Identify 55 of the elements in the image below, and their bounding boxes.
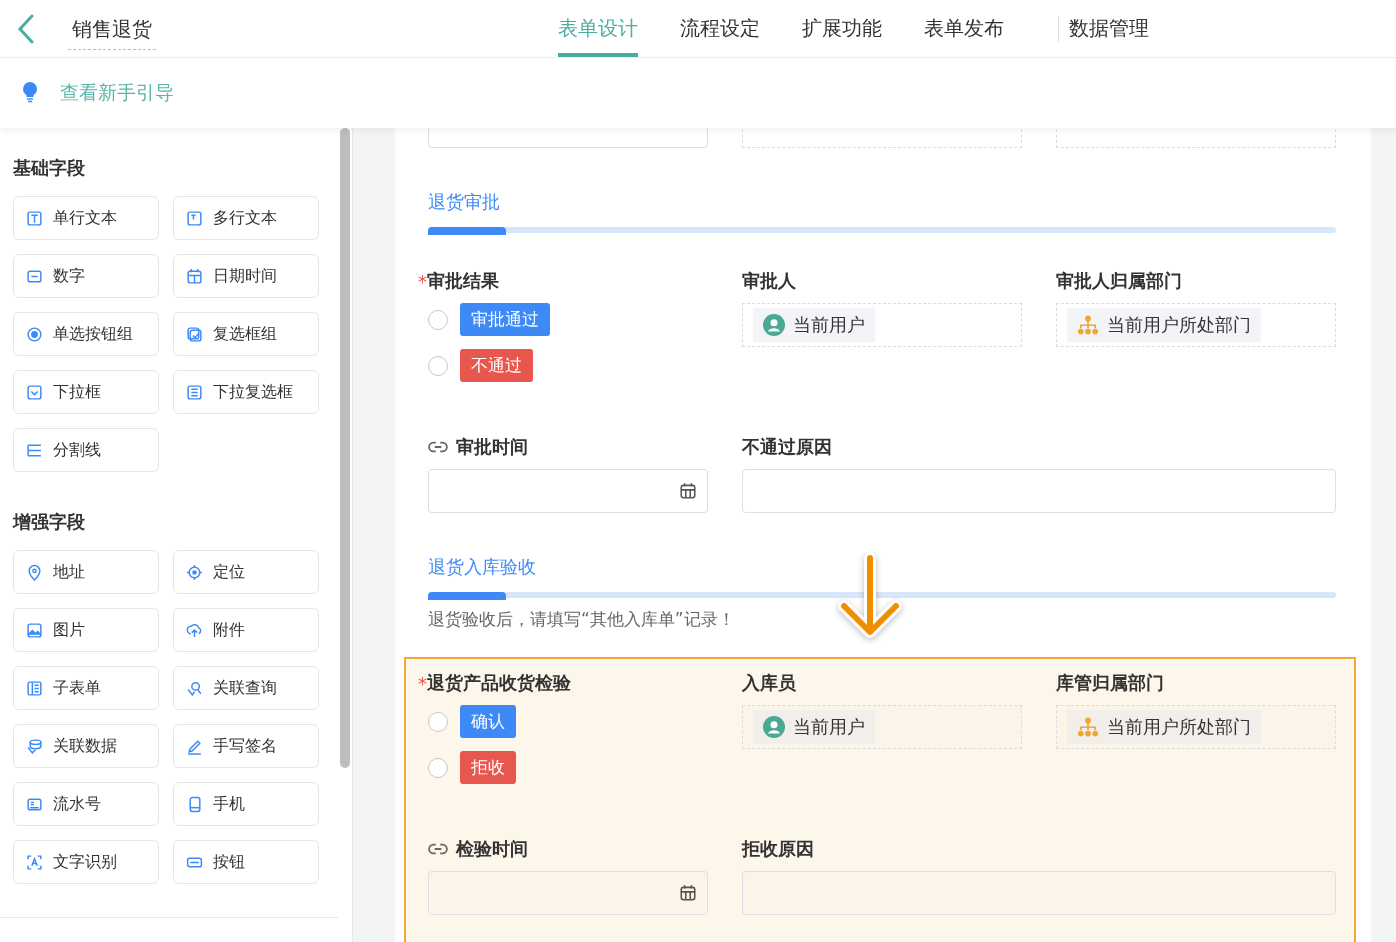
field-label: 审批人归属部门 <box>1056 269 1182 293</box>
field-label: 不通过原因 <box>742 435 832 459</box>
field-label: 审批时间 <box>456 435 528 459</box>
field-type-item[interactable]: 文字识别 <box>13 840 159 884</box>
department-field[interactable]: 当前用户所处部门 <box>1056 705 1336 749</box>
user-chip-text: 当前用户 <box>793 715 865 739</box>
option-tag: 拒收 <box>460 751 516 784</box>
field-label: 拒收原因 <box>742 837 814 861</box>
required-asterisk: * <box>418 672 427 694</box>
field-type-item[interactable]: 附件 <box>173 608 319 652</box>
field-type-item[interactable]: 子表单 <box>13 666 159 710</box>
field-label: 检验时间 <box>456 837 528 861</box>
field-type-item[interactable]: 手写签名 <box>173 724 319 768</box>
department-chip-text: 当前用户所处部门 <box>1107 715 1251 739</box>
field-type-item[interactable]: 按钮 <box>173 840 319 884</box>
user-chip-text: 当前用户 <box>793 313 865 337</box>
field-type-item[interactable]: 手机 <box>173 782 319 826</box>
field-type-item[interactable]: 地址 <box>13 550 159 594</box>
field-label: 审批人 <box>742 269 796 293</box>
field-type-item[interactable]: 下拉框 <box>13 370 159 414</box>
field-label: 审批结果 <box>427 269 499 293</box>
field-type-item[interactable]: 定位 <box>173 550 319 594</box>
field-type-item[interactable]: 复选框组 <box>173 312 319 356</box>
field-type-item[interactable]: 数字 <box>13 254 159 298</box>
section-title: 退货入库验收 <box>428 555 537 579</box>
section-note: 退货验收后，请填写“其他入库单”记录！ <box>428 608 736 631</box>
field-type-item[interactable]: 关联数据 <box>13 724 159 768</box>
nav-tab[interactable]: 数据管理 <box>1069 0 1149 57</box>
field-type-item[interactable]: 日期时间 <box>173 254 319 298</box>
field-type-item[interactable]: 图片 <box>13 608 159 652</box>
nav-tab[interactable]: 扩展功能 <box>802 0 882 57</box>
option-tag: 不通过 <box>460 349 533 382</box>
field-type-item[interactable]: 关联查询 <box>173 666 319 710</box>
field-type-item[interactable]: 单选按钮组 <box>13 312 159 356</box>
user-field[interactable]: 当前用户 <box>742 705 1022 749</box>
field-label: 入库员 <box>742 671 796 695</box>
field-type-item[interactable]: 流水号 <box>13 782 159 826</box>
field-label: 退货产品收货检验 <box>427 671 571 695</box>
option-tag: 确认 <box>460 705 516 738</box>
option-tag: 审批通过 <box>460 303 550 336</box>
department-chip-text: 当前用户所处部门 <box>1107 313 1251 337</box>
field-type-item[interactable]: 分割线 <box>13 428 159 472</box>
field-type-item[interactable]: 多行文本 <box>173 196 319 240</box>
field-type-item[interactable]: 单行文本 <box>13 196 159 240</box>
field-group-title: 增强字段 <box>13 510 86 534</box>
field-label: 库管归属部门 <box>1056 671 1164 695</box>
nav-tab[interactable]: 流程设定 <box>680 0 760 57</box>
form-title: 销售退货 <box>68 15 156 50</box>
department-field[interactable]: 当前用户所处部门 <box>1056 303 1336 347</box>
user-field[interactable]: 当前用户 <box>742 303 1022 347</box>
field-group-title: 基础字段 <box>13 156 86 180</box>
required-asterisk: * <box>418 270 427 292</box>
field-type-item[interactable]: 下拉复选框 <box>173 370 319 414</box>
nav-tab[interactable]: 表单发布 <box>924 0 1004 57</box>
section-title: 退货审批 <box>428 190 501 214</box>
